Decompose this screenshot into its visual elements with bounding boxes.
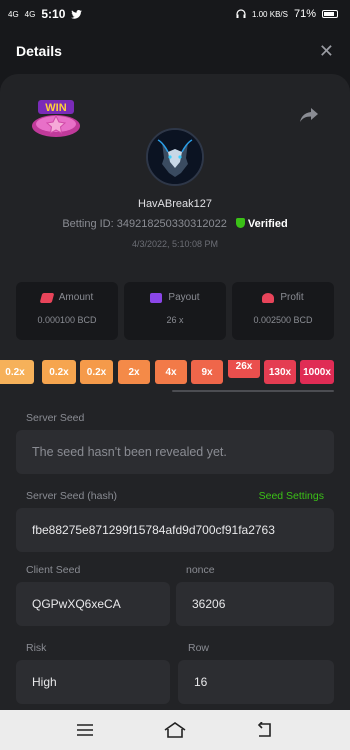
page-title: Details: [16, 43, 62, 59]
server-seed-hash-label: Server Seed (hash): [26, 490, 118, 502]
wolf-avatar-icon: [148, 130, 202, 184]
status-time: 5:10: [41, 7, 66, 21]
stat-value: 0.002500 BCD: [253, 315, 313, 325]
twitter-icon: [71, 9, 83, 19]
risk-field[interactable]: High: [16, 660, 170, 704]
betting-id-value: 349218250330312022: [116, 218, 227, 230]
client-seed-value: QGPwXQ6xeCA: [32, 597, 121, 611]
server-seed-field[interactable]: The seed hasn't been revealed yet.: [16, 430, 334, 474]
payout-icon: [150, 292, 163, 303]
multiplier-scrollbar[interactable]: [172, 390, 334, 392]
menu-icon[interactable]: [73, 720, 97, 740]
nonce-value: 36206: [192, 597, 226, 611]
speed-indicator: 1.00 KB/S: [251, 9, 288, 19]
status-right: 1.00 KB/S 71%: [236, 8, 338, 20]
win-badge-text: WIN: [45, 102, 66, 114]
risk-label: Risk: [26, 642, 47, 654]
system-nav-bar: [0, 710, 350, 750]
server-seed-hash-field[interactable]: fbe88275e871299f15784afd9d700cf91fa2763: [16, 508, 334, 552]
stats-row: Amount 0.000100 BCD Payout 26 x Profit 0…: [16, 282, 334, 340]
betting-id-row: Betting ID: 349218250330312022 Verified: [0, 218, 350, 230]
multiplier-cell: 0.2x: [80, 360, 113, 384]
close-icon[interactable]: ✕: [319, 41, 334, 62]
status-left: 4G 4G 5:10: [8, 7, 83, 21]
network-indicator: 4G: [8, 9, 19, 19]
stat-label: Payout: [168, 292, 200, 303]
multiplier-cell: 1000x: [300, 360, 334, 384]
network-indicator-2: 4G: [24, 9, 36, 19]
multiplier-cell: 9x: [191, 360, 223, 384]
server-seed-value: The seed hasn't been revealed yet.: [32, 445, 227, 459]
share-icon[interactable]: [300, 108, 318, 122]
stat-value: 0.000100 BCD: [37, 315, 97, 325]
risk-value: High: [32, 675, 57, 689]
client-seed-field[interactable]: QGPwXQ6xeCA: [16, 582, 170, 626]
amount-icon: [39, 292, 55, 303]
headphones-icon: [236, 9, 246, 18]
multiplier-cell: 0.2x: [0, 360, 34, 384]
stat-label: Amount: [58, 292, 94, 303]
profit-icon: [262, 292, 275, 303]
multiplier-row[interactable]: 0.2x 0.2x 0.2x 2x 4x 9x 26x 130x 1000x: [0, 360, 350, 386]
stat-card-payout: Payout 26 x: [124, 282, 226, 340]
details-panel: WIN HavABreak127 Betting ID: 34921825033…: [0, 74, 350, 710]
seed-settings-link[interactable]: Seed Settings: [259, 490, 324, 502]
nonce-field[interactable]: 36206: [176, 582, 334, 626]
client-seed-label: Client Seed: [26, 564, 81, 576]
home-icon[interactable]: [163, 720, 187, 740]
multiplier-cell: 130x: [264, 360, 296, 384]
details-header: Details ✕: [0, 28, 350, 74]
multiplier-cell-active: 26x: [228, 360, 260, 378]
row-field[interactable]: 16: [178, 660, 334, 704]
stat-label: Profit: [280, 292, 304, 303]
bet-date: 4/3/2022, 5:10:08 PM: [131, 239, 219, 249]
stat-card-amount: Amount 0.000100 BCD: [16, 282, 118, 340]
win-badge-icon: WIN: [32, 100, 80, 137]
stat-value: 26 x: [166, 315, 184, 325]
multiplier-cell: 4x: [155, 360, 187, 384]
battery-icon: [322, 10, 338, 18]
status-bar: 4G 4G 5:10 1.00 KB/S 71%: [0, 0, 350, 28]
multiplier-cell: 0.2x: [42, 360, 76, 384]
username: HavABreak127: [138, 198, 212, 210]
nonce-label: nonce: [186, 564, 215, 576]
row-value: 16: [194, 675, 208, 689]
row-label: Row: [188, 642, 210, 654]
server-seed-label: Server Seed: [26, 412, 85, 424]
back-icon[interactable]: [253, 720, 277, 740]
battery-percent: 71%: [293, 8, 316, 20]
multiplier-cell: 2x: [118, 360, 150, 384]
verified-label: Verified: [247, 218, 288, 230]
betting-id-label: Betting ID:: [62, 218, 114, 230]
avatar: [146, 128, 204, 186]
stat-card-profit: Profit 0.002500 BCD: [232, 282, 334, 340]
verified-shield-icon: [235, 218, 245, 228]
server-seed-hash-value: fbe88275e871299f15784afd9d700cf91fa2763: [32, 523, 275, 537]
